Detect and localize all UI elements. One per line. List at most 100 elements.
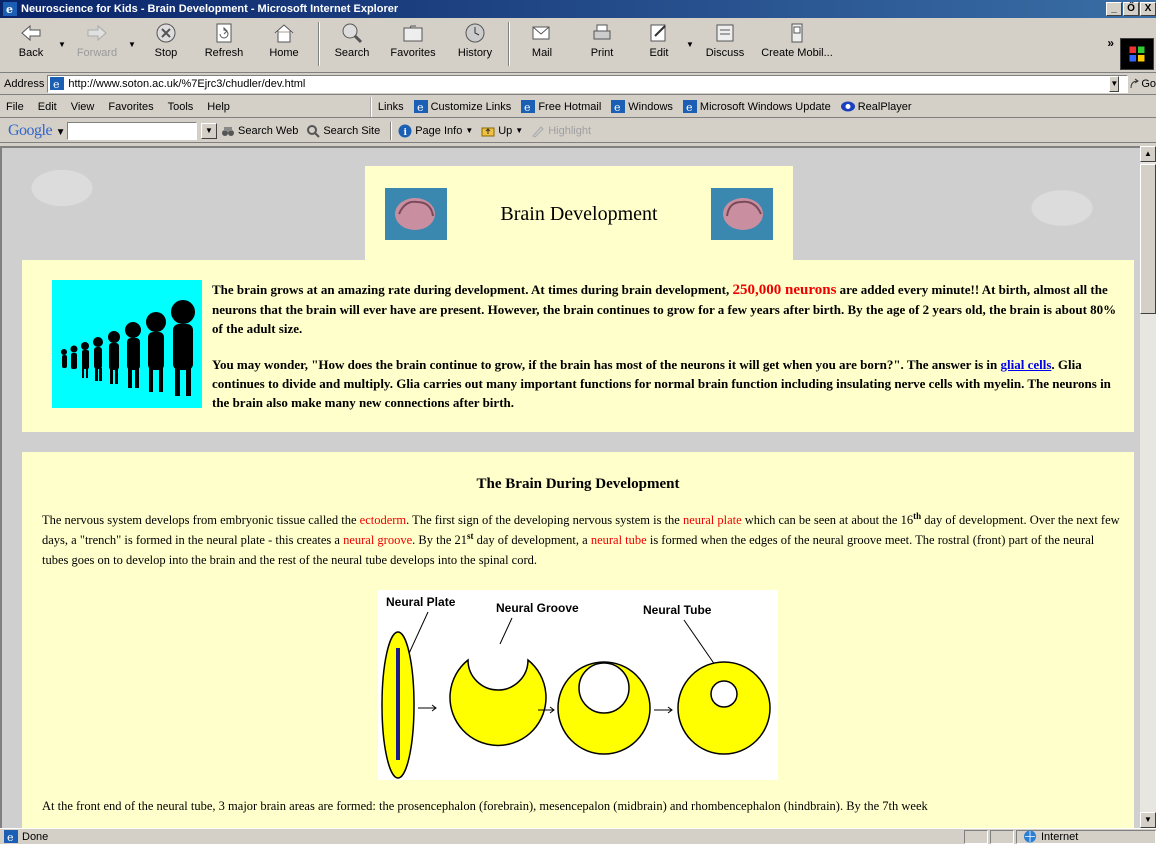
term-ectoderm: ectoderm [359, 513, 407, 527]
google-search-input[interactable] [67, 121, 198, 140]
mobile-device-icon [791, 23, 803, 43]
page-ie-icon: e [682, 100, 697, 113]
stop-icon [156, 23, 176, 43]
link-free-hotmail[interactable]: e Free Hotmail [521, 100, 601, 113]
up-folder-icon [481, 127, 495, 136]
svg-text:e: e [524, 101, 531, 113]
maximize-button[interactable]: Ő [1123, 2, 1139, 16]
close-button[interactable]: X [1140, 2, 1156, 16]
history-button[interactable]: History [446, 18, 504, 70]
toolbar-separator [508, 22, 510, 66]
mail-icon [532, 26, 550, 40]
term-neural-tube: neural tube [590, 533, 647, 547]
development-section: The Brain During Development The nervous… [22, 452, 1134, 828]
svg-text:e: e [7, 831, 14, 843]
mail-button[interactable]: Mail [514, 18, 570, 70]
menu-favorites[interactable]: Favorites [108, 101, 153, 113]
security-zone: Internet [1016, 829, 1156, 844]
windows-logo-icon [1120, 38, 1154, 70]
internet-globe-icon [1024, 830, 1036, 843]
create-mobile-button[interactable]: Create Mobil... [754, 18, 840, 70]
search-site-icon [307, 124, 321, 138]
page-viewport[interactable]: Brain Development The brain grows at an … [0, 146, 1140, 828]
google-logo-dropdown-icon: ▼ [55, 126, 66, 138]
edit-dropdown[interactable]: ▼ [684, 18, 696, 49]
minimize-button[interactable]: _ [1106, 2, 1122, 16]
svg-text:e: e [614, 101, 621, 113]
link-customize-links[interactable]: e Customize Links [413, 100, 511, 113]
scroll-down-button[interactable]: ▼ [1140, 812, 1156, 828]
ie-logo-icon: e [3, 2, 17, 16]
term-neural-groove: neural groove [343, 533, 413, 547]
development-paragraph: The nervous system develops from embryon… [42, 510, 1120, 567]
page-info-button[interactable]: i Page Info ▼ [398, 124, 473, 138]
link-windows[interactable]: e Windows [611, 100, 673, 113]
discuss-button[interactable]: Discuss [696, 18, 754, 70]
search-globe-icon [342, 23, 363, 44]
forward-dropdown[interactable]: ▼ [126, 18, 138, 49]
svg-text:i: i [404, 128, 408, 138]
edit-button[interactable]: Edit [634, 18, 684, 70]
highlight-button[interactable]: Highlight [531, 124, 591, 138]
address-bar: Address e http://www.soton.ac.uk/%7Ejrc3… [0, 73, 1156, 95]
link-windows-update[interactable]: e Microsoft Windows Update [682, 100, 831, 113]
glial-cells-link[interactable]: glial cells [1000, 357, 1051, 372]
printer-icon [593, 24, 611, 40]
favorites-button[interactable]: Favorites [380, 18, 446, 70]
home-button[interactable]: Home [254, 18, 314, 70]
stop-button[interactable]: Stop [138, 18, 194, 70]
neural-tube-diagram: Neural Plate Neural Groove Neural Tube [378, 590, 778, 780]
svg-text:e: e [686, 101, 693, 113]
back-dropdown[interactable]: ▼ [56, 18, 68, 49]
address-input[interactable]: e http://www.soton.ac.uk/%7Ejrc3/chudler… [47, 74, 1129, 93]
status-cell [964, 829, 988, 844]
go-arrow-icon [1130, 78, 1140, 88]
history-icon [465, 23, 485, 43]
forward-button[interactable]: Forward [68, 18, 126, 70]
print-button[interactable]: Print [570, 18, 634, 70]
label-neural-groove: Neural Groove [496, 601, 579, 615]
section-heading: The Brain During Development [476, 476, 680, 492]
menu-help[interactable]: Help [207, 101, 230, 113]
menu-tools[interactable]: Tools [168, 101, 194, 113]
address-url: http://www.soton.ac.uk/%7Ejrc3/chudler/d… [68, 77, 306, 90]
scroll-up-button[interactable]: ▲ [1140, 146, 1156, 162]
google-logo[interactable]: Google ▼ [8, 121, 66, 140]
toolbar-separator [390, 121, 393, 140]
vertical-scrollbar[interactable]: ▲ ▼ [1140, 146, 1156, 828]
menu-view[interactable]: View [71, 101, 95, 113]
search-button[interactable]: Search [324, 18, 380, 70]
svg-text:e: e [6, 3, 13, 16]
toolbar-overflow-chevron[interactable]: » [1107, 36, 1114, 50]
refresh-button[interactable]: Refresh [194, 18, 254, 70]
svg-text:e: e [53, 78, 60, 90]
page-ie-icon: e [521, 100, 536, 113]
status-cell [990, 829, 1014, 844]
window-title: Neuroscience for Kids - Brain Developmen… [21, 3, 399, 15]
google-logo-text: Google [8, 121, 53, 139]
highlighter-icon [532, 125, 544, 138]
binoculars-icon [222, 126, 235, 136]
menu-file[interactable]: File [6, 101, 24, 113]
go-button[interactable]: Go [1129, 78, 1156, 90]
intro-text: The brain grows at an amazing rate durin… [212, 280, 1122, 429]
favorites-folder-icon [403, 25, 423, 42]
address-dropdown-button[interactable]: ▼ [1109, 75, 1120, 92]
info-icon: i [398, 124, 412, 138]
back-button[interactable]: Back [6, 18, 56, 70]
page-ie-icon: e [50, 77, 65, 90]
link-realplayer[interactable]: RealPlayer [840, 100, 912, 113]
scrollbar-thumb[interactable] [1140, 164, 1156, 314]
up-button[interactable]: Up ▼ [481, 124, 523, 138]
window-title-bar[interactable]: e Neuroscience for Kids - Brain Developm… [0, 0, 1156, 18]
menu-edit[interactable]: Edit [38, 101, 57, 113]
neurons-highlight: 250,000 neurons [732, 282, 837, 298]
search-site-button[interactable]: Search Site [306, 124, 380, 138]
page-title: Brain Development [500, 202, 658, 225]
next-paragraph: At the front end of the neural tube, 3 m… [42, 799, 928, 813]
google-search-dropdown[interactable]: ▼ [201, 122, 218, 139]
search-web-button[interactable]: Search Web [221, 124, 298, 138]
address-label: Address [4, 77, 45, 90]
links-label: Links [377, 100, 404, 113]
up-dropdown-icon: ▼ [515, 126, 524, 135]
